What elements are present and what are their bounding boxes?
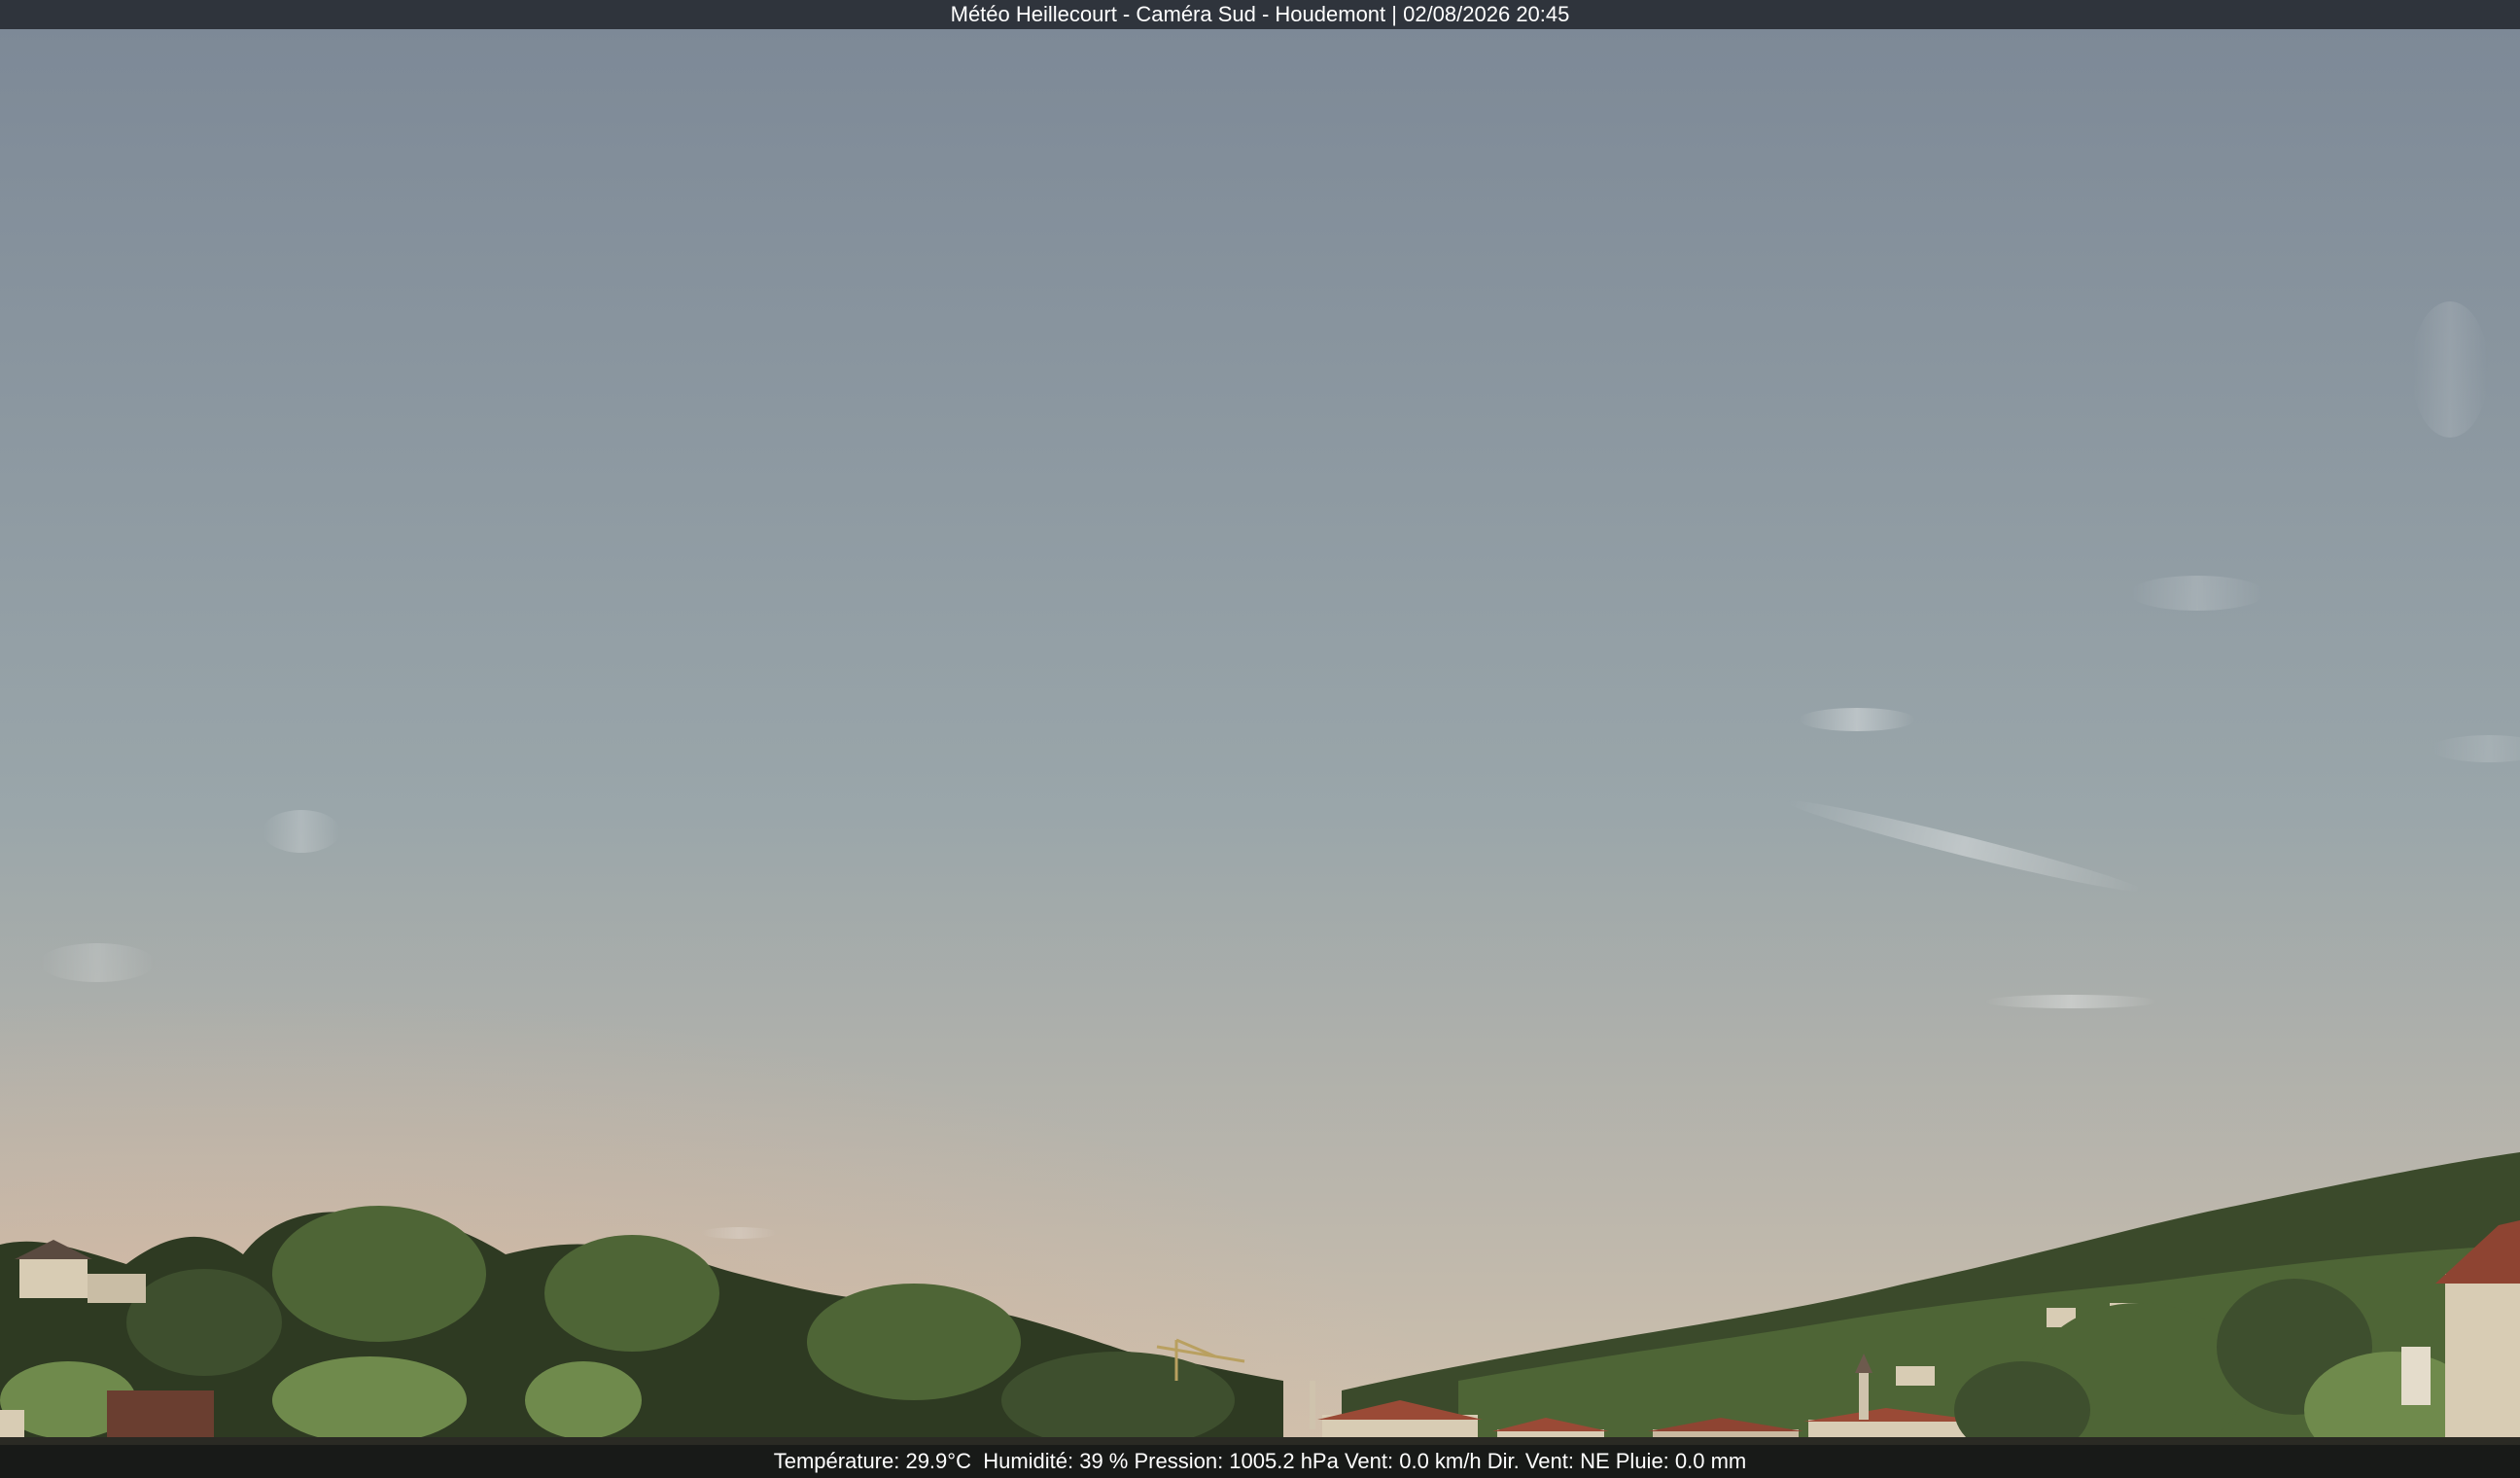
weather-readout: Température: 29.9°C Humidité: 39 % Press… bbox=[773, 1449, 1747, 1473]
camera-title: Météo Heillecourt - Caméra Sud - Houdemo… bbox=[950, 2, 1570, 26]
weather-info-bar: Température: 29.9°C Humidité: 39 % Press… bbox=[0, 1445, 2520, 1478]
webcam-scene bbox=[0, 0, 2520, 1478]
title-bar: Météo Heillecourt - Caméra Sud - Houdemo… bbox=[0, 0, 2520, 29]
webcam-frame: Météo Heillecourt - Caméra Sud - Houdemo… bbox=[0, 0, 2520, 1478]
